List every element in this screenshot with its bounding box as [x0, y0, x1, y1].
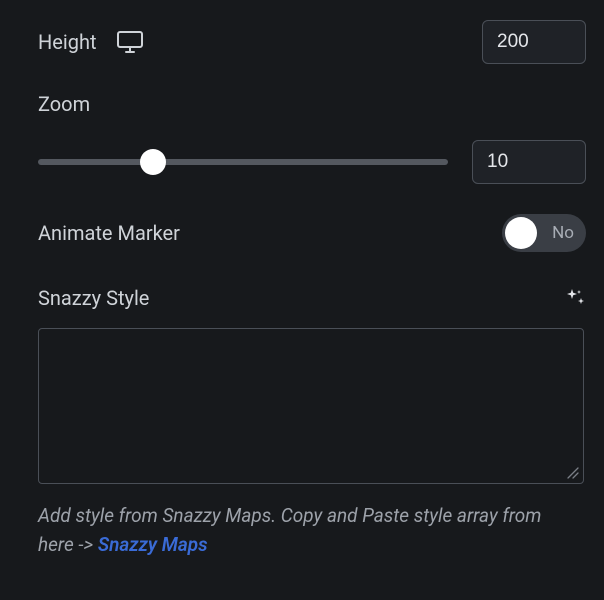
- zoom-section: Zoom: [38, 92, 586, 184]
- slider-track: [38, 159, 448, 165]
- toggle-state-label: No: [552, 223, 574, 243]
- helper-text: Add style from Snazzy Maps. Copy and Pas…: [38, 502, 578, 559]
- snazzy-row: Snazzy Style: [38, 286, 586, 310]
- toggle-knob: [505, 217, 537, 249]
- animate-label: Animate Marker: [38, 221, 180, 245]
- zoom-controls: [38, 140, 586, 184]
- zoom-input[interactable]: [472, 140, 586, 184]
- height-label: Height: [38, 30, 97, 54]
- height-label-group: Height: [38, 30, 143, 54]
- desktop-icon: [117, 31, 143, 53]
- slider-thumb[interactable]: [140, 149, 166, 175]
- height-row: Height: [38, 20, 586, 64]
- snazzy-textarea-wrap: [38, 328, 584, 484]
- snazzy-textarea[interactable]: [39, 329, 583, 483]
- animate-row: Animate Marker No: [38, 214, 586, 252]
- zoom-slider[interactable]: [38, 149, 448, 175]
- height-input[interactable]: [482, 20, 586, 64]
- snazzy-maps-link[interactable]: Snazzy Maps: [98, 533, 208, 556]
- snazzy-label: Snazzy Style: [38, 286, 149, 310]
- zoom-label: Zoom: [38, 92, 586, 116]
- animate-toggle[interactable]: No: [502, 214, 586, 252]
- sparkle-icon[interactable]: [564, 287, 586, 309]
